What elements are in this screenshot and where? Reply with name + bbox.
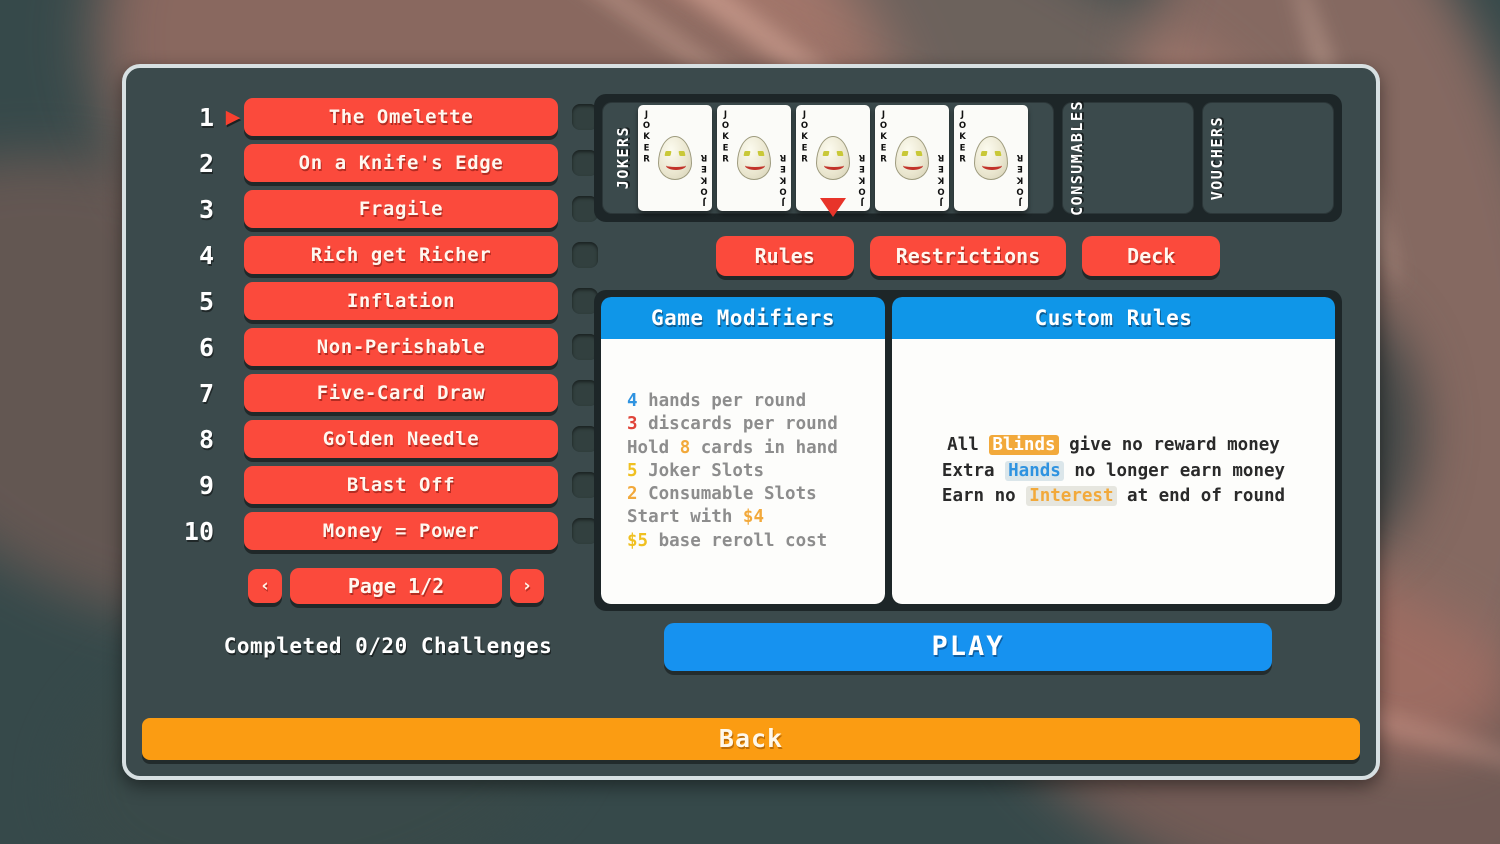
challenge-row[interactable]: 10▶Money = Power (178, 508, 598, 554)
joker-card[interactable]: JOKER JOKER (954, 105, 1028, 211)
game-modifier-line: 2 Consumable Slots (627, 484, 817, 505)
challenge-number: 2 (198, 148, 214, 178)
joker-card-corner-label: JOKER (957, 110, 968, 166)
game-modifiers-body: 4 hands per round 3 discards per round Hol… (601, 339, 885, 604)
challenge-button[interactable]: Fragile (244, 190, 558, 228)
vouchers-zone-label: VOUCHERS (1208, 115, 1226, 201)
challenge-number: 8 (198, 424, 214, 454)
egg-joker-icon (895, 136, 929, 180)
info-panels: Game Modifiers 4 hands per round 3 discar… (594, 290, 1342, 611)
custom-rule-line: Extra Hands no longer earn money (941, 460, 1286, 481)
vouchers-zone[interactable]: VOUCHERS (1202, 102, 1334, 214)
joker-card[interactable]: JOKER JOKER (796, 105, 870, 217)
tab-restrictions[interactable]: Restrictions (869, 236, 1067, 276)
play-button[interactable]: PLAY (664, 623, 1272, 671)
game-modifier-line: 3 discards per round (627, 414, 838, 435)
custom-rule-line: All Blinds give no reward money (947, 435, 1280, 456)
tab-rules[interactable]: Rules (715, 236, 854, 276)
game-modifier-line: Start with $4 (627, 507, 764, 528)
joker-card-corner-label: JOKER (799, 110, 810, 166)
selected-card-caret-icon (820, 198, 846, 217)
custom-rules-title: Custom Rules (892, 297, 1335, 339)
challenge-button[interactable]: On a Knife's Edge (244, 144, 558, 182)
joker-card-corner-label: JOKER (777, 150, 788, 207)
challenge-button[interactable]: Blast Off (244, 466, 558, 504)
game-modifiers-title: Game Modifiers (601, 297, 885, 339)
page-indicator: Page 1/2 (290, 568, 502, 604)
challenge-number: 1 (198, 102, 214, 132)
page-next-button[interactable]: › (510, 569, 544, 603)
challenge-list: 1 ▶The Omelette 2▶On a Knife's Edge3▶Fragi… (178, 94, 598, 658)
loadout-bar: JOKERS JOKER JOKER JOKER JOKER JOKER JOKER JOK… (594, 94, 1342, 222)
joker-card-corner-label: JOKER (1014, 150, 1025, 207)
challenge-number: 5 (198, 286, 214, 316)
consumables-zone[interactable]: CONSUMABLES (1062, 100, 1194, 216)
challenge-button[interactable]: Golden Needle (244, 420, 558, 458)
challenge-button[interactable]: Non-Perishable (244, 328, 558, 366)
challenge-row[interactable]: 8▶Golden Needle (178, 416, 598, 462)
game-modifier-line: 4 hands per round (627, 391, 807, 412)
jokers-zone-label: JOKERS (614, 126, 632, 190)
joker-card-corner-label: JOKER (720, 110, 731, 166)
challenge-button[interactable]: Five-Card Draw (244, 374, 558, 412)
challenge-row[interactable]: 2▶On a Knife's Edge (178, 140, 598, 186)
challenge-screen-panel: 1 ▶The Omelette 2▶On a Knife's Edge3▶Fragi… (122, 64, 1380, 780)
challenge-row[interactable]: 6▶Non-Perishable (178, 324, 598, 370)
joker-card-corner-label: JOKER (698, 150, 709, 207)
challenge-number: 10 (183, 516, 214, 546)
custom-rules-panel: Custom Rules All Blinds give no reward m… (892, 297, 1335, 604)
back-button[interactable]: Back (142, 718, 1360, 760)
joker-card[interactable]: JOKER JOKER (875, 105, 949, 211)
joker-card[interactable]: JOKER JOKER (717, 105, 791, 211)
challenge-row[interactable]: 5▶Inflation (178, 278, 598, 324)
challenge-row[interactable]: 4▶Rich get Richer (178, 232, 598, 278)
page-prev-button[interactable]: ‹ (248, 569, 282, 603)
selection-caret-icon: ▶ (225, 105, 241, 128)
egg-joker-icon (737, 136, 771, 180)
challenge-row[interactable]: 1 ▶ The Omelette (178, 94, 598, 140)
challenge-number: 9 (198, 470, 214, 500)
challenge-number: 6 (198, 332, 214, 362)
consumables-zone-label: CONSUMABLES (1068, 100, 1086, 216)
joker-card-corner-label: JOKER (935, 150, 946, 207)
custom-rule-line: Earn no Interest at end of round (941, 486, 1286, 507)
egg-joker-icon (658, 136, 692, 180)
joker-card-corner-label: JOKER (641, 110, 652, 166)
challenge-detail: JOKERS JOKER JOKER JOKER JOKER JOKER JOKER JOK… (594, 94, 1342, 671)
custom-rules-body: All Blinds give no reward money Extra Han… (892, 339, 1335, 604)
completed-count-label: Completed 0/20 Challenges (223, 634, 553, 658)
challenge-button[interactable]: Rich get Richer (244, 236, 558, 274)
challenge-row[interactable]: 9▶Blast Off (178, 462, 598, 508)
challenge-button[interactable]: Money = Power (244, 512, 558, 550)
challenge-button[interactable]: Inflation (244, 282, 558, 320)
joker-card-corner-label: JOKER (856, 150, 867, 207)
game-modifier-line: Hold 8 cards in hand (627, 437, 838, 458)
pager: ‹ Page 1/2 › (248, 568, 544, 604)
challenge-row[interactable]: 3▶Fragile (178, 186, 598, 232)
jokers-zone[interactable]: JOKERS JOKER JOKER JOKER JOKER JOKER JOKER JOK… (602, 102, 1054, 217)
game-modifier-line: $5 base reroll cost (627, 530, 828, 551)
challenge-number: 4 (198, 240, 214, 270)
game-modifiers-panel: Game Modifiers 4 hands per round 3 discar… (601, 297, 885, 604)
challenge-number: 3 (198, 194, 214, 224)
egg-joker-icon (816, 136, 850, 180)
game-modifier-line: 5 Joker Slots (627, 460, 764, 481)
challenge-number: 7 (198, 378, 214, 408)
tab-deck[interactable]: Deck (1082, 236, 1221, 276)
joker-card-corner-label: JOKER (878, 110, 889, 166)
challenge-button[interactable]: The Omelette (244, 98, 558, 136)
egg-joker-icon (974, 136, 1008, 180)
challenge-row[interactable]: 7▶Five-Card Draw (178, 370, 598, 416)
detail-tabs: Rules Restrictions Deck (594, 236, 1342, 276)
joker-card[interactable]: JOKER JOKER (638, 105, 712, 211)
